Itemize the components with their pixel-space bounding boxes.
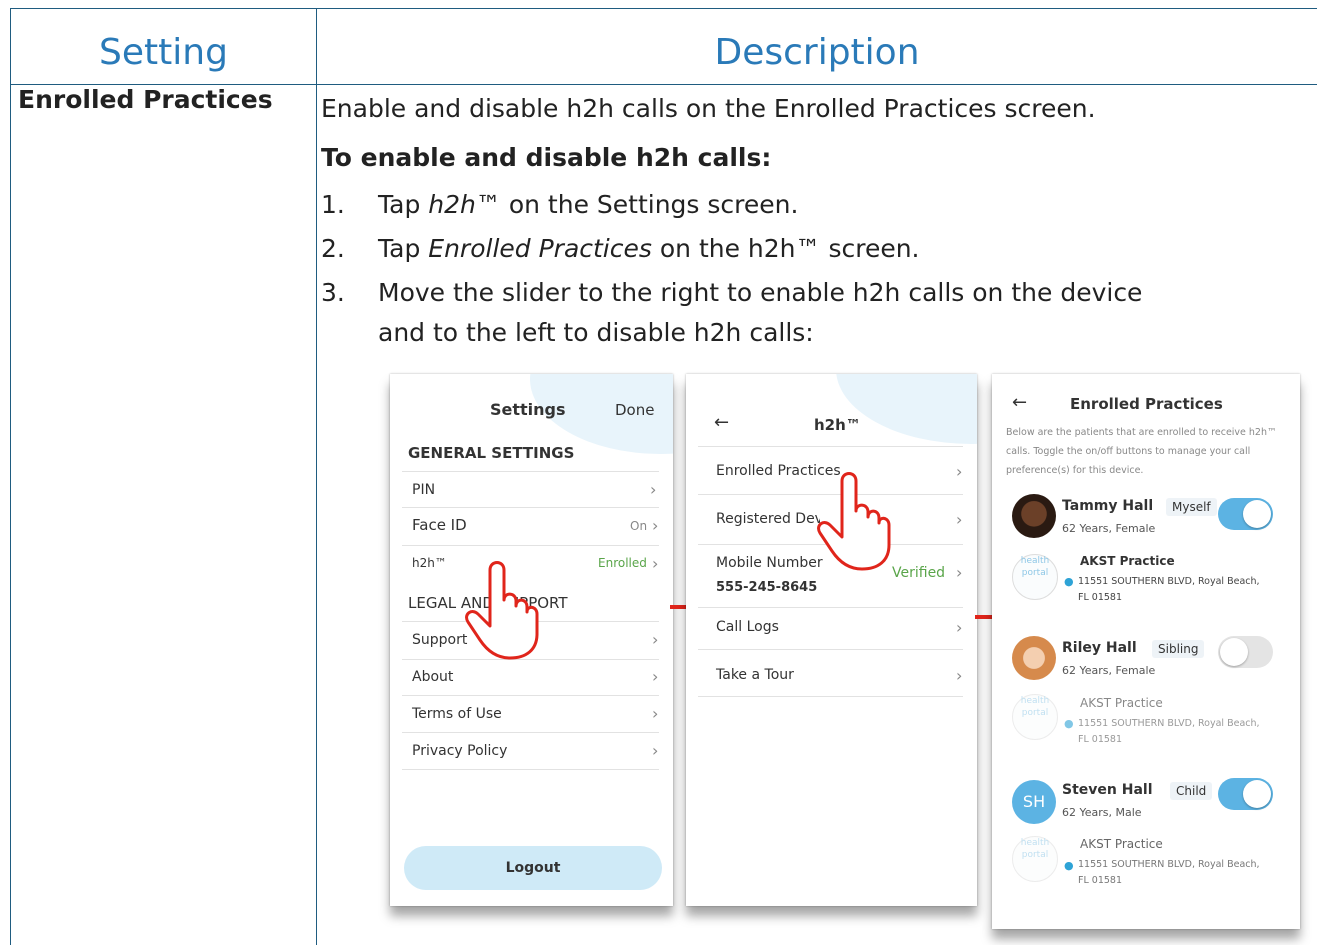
- intro-text: Enable and disable h2h calls on the Enro…: [321, 94, 1096, 123]
- health-portal-logo: health portal: [1012, 694, 1058, 740]
- mobile-number-value: 555-245-8645: [716, 580, 818, 595]
- logout-button[interactable]: Logout: [404, 846, 662, 890]
- chevron-right-icon: ›: [652, 554, 659, 573]
- h2h-item-mobile-number[interactable]: Mobile Number: [716, 555, 823, 571]
- header-setting: Setting: [99, 32, 228, 73]
- health-portal-logo: health portal: [1012, 836, 1058, 882]
- divider: [698, 446, 963, 447]
- divider: [402, 471, 659, 472]
- enrolled-title: Enrolled Practices: [1070, 395, 1223, 413]
- practice-address-line-2: FL 01581: [1078, 592, 1122, 603]
- divider: [402, 695, 659, 696]
- setting-name: Enrolled Practices: [18, 85, 273, 114]
- patient-details: 62 Years, Female: [1062, 522, 1156, 535]
- procedure-title: To enable and disable h2h calls:: [321, 143, 772, 172]
- practice-name: AKST Practice: [1080, 554, 1175, 568]
- step-number: 1.: [321, 190, 345, 219]
- chevron-right-icon: ›: [956, 618, 963, 637]
- settings-item-face-id[interactable]: Face ID: [412, 516, 467, 534]
- location-pin-icon: ●: [1064, 859, 1074, 872]
- chevron-right-icon: ›: [652, 667, 659, 686]
- location-pin-icon: ●: [1064, 575, 1074, 588]
- chevron-right-icon: ›: [956, 563, 963, 582]
- verified-status: Verified: [892, 565, 946, 581]
- divider: [402, 732, 659, 733]
- practice-address-line-2: FL 01581: [1078, 734, 1122, 745]
- avatar: SH: [1012, 780, 1056, 824]
- step-number: 3.: [321, 278, 345, 307]
- step-1: Tap h2h™ on the Settings screen.: [378, 190, 799, 219]
- patient-details: 62 Years, Female: [1062, 664, 1156, 677]
- enrolled-practices-screen: ← Enrolled Practices Below are the patie…: [992, 374, 1300, 929]
- tap-hand-icon: [817, 472, 891, 571]
- step-number: 2.: [321, 234, 345, 263]
- h2h-item-registered-devices[interactable]: Registered Devices: [716, 511, 820, 527]
- divider: [698, 696, 963, 697]
- health-portal-logo: health portal: [1012, 554, 1058, 600]
- done-button[interactable]: Done: [615, 401, 654, 419]
- patient-name: Tammy Hall: [1062, 498, 1154, 514]
- step-3-line-1: Move the slider to the right to enable h…: [378, 278, 1143, 307]
- divider: [402, 545, 659, 546]
- practice-address: 11551 SOUTHERN BLVD, Royal Beach,: [1078, 859, 1260, 870]
- practice-name: AKST Practice: [1080, 696, 1163, 710]
- settings-screen: Settings Done GENERAL SETTINGS PIN › Fac…: [390, 374, 673, 906]
- h2h-status: Enrolled: [598, 556, 647, 570]
- call-toggle[interactable]: [1218, 498, 1273, 530]
- relation-badge: Sibling: [1152, 640, 1205, 658]
- location-pin-icon: ●: [1064, 717, 1074, 730]
- divider: [402, 507, 659, 508]
- call-toggle[interactable]: [1218, 778, 1273, 810]
- avatar: [1012, 636, 1056, 680]
- h2h-title: h2h™: [814, 416, 861, 434]
- intro-line-1: Below are the patients that are enrolled…: [1006, 427, 1277, 438]
- section-general-settings: GENERAL SETTINGS: [408, 444, 575, 462]
- practice-address: 11551 SOUTHERN BLVD, Royal Beach,: [1078, 718, 1260, 729]
- relation-badge: Child: [1170, 782, 1213, 800]
- step-2: Tap Enrolled Practices on the h2h™ scree…: [378, 234, 920, 263]
- table-header: Setting Description: [11, 9, 1317, 85]
- settings-item-privacy[interactable]: Privacy Policy: [412, 743, 507, 759]
- tap-hand-icon: [465, 561, 539, 660]
- header-description: Description: [714, 32, 920, 73]
- chevron-right-icon: ›: [956, 510, 963, 529]
- divider: [698, 649, 963, 650]
- patient-details: 62 Years, Male: [1062, 806, 1142, 819]
- back-arrow-icon[interactable]: ←: [714, 412, 729, 433]
- chevron-right-icon: ›: [652, 516, 659, 535]
- settings-item-terms[interactable]: Terms of Use: [412, 706, 502, 722]
- chevron-right-icon: ›: [650, 480, 657, 499]
- settings-item-pin[interactable]: PIN: [412, 482, 435, 498]
- step-3-line-2: and to the left to disable h2h calls:: [378, 318, 814, 347]
- practice-address: 11551 SOUTHERN BLVD, Royal Beach,: [1078, 576, 1260, 587]
- h2h-screen: ← h2h™ Enrolled Practices › Registered D…: [686, 374, 977, 906]
- chevron-right-icon: ›: [956, 666, 963, 685]
- divider: [698, 607, 963, 608]
- intro-line-3: preference(s) for this device.: [1006, 465, 1144, 476]
- intro-line-2: calls. Toggle the on/off buttons to mana…: [1006, 446, 1251, 457]
- relation-badge: Myself: [1166, 498, 1217, 516]
- h2h-item-take-a-tour[interactable]: Take a Tour: [716, 667, 794, 683]
- patient-name: Riley Hall: [1062, 640, 1137, 656]
- settings-item-about[interactable]: About: [412, 669, 453, 685]
- settings-item-h2h[interactable]: h2h™: [412, 556, 447, 570]
- chevron-right-icon: ›: [652, 704, 659, 723]
- column-divider: [316, 9, 317, 945]
- call-toggle[interactable]: [1218, 636, 1273, 668]
- patient-name: Steven Hall: [1062, 782, 1153, 798]
- practice-address-line-2: FL 01581: [1078, 875, 1122, 886]
- chevron-right-icon: ›: [956, 462, 963, 481]
- chevron-right-icon: ›: [652, 630, 659, 649]
- avatar: [1012, 494, 1056, 538]
- practice-name: AKST Practice: [1080, 837, 1163, 851]
- back-arrow-icon[interactable]: ←: [1012, 392, 1027, 413]
- face-id-value: On: [630, 519, 648, 533]
- h2h-item-call-logs[interactable]: Call Logs: [716, 619, 779, 635]
- settings-title: Settings: [490, 400, 566, 419]
- settings-item-support[interactable]: Support: [412, 632, 467, 648]
- chevron-right-icon: ›: [652, 741, 659, 760]
- divider: [402, 769, 659, 770]
